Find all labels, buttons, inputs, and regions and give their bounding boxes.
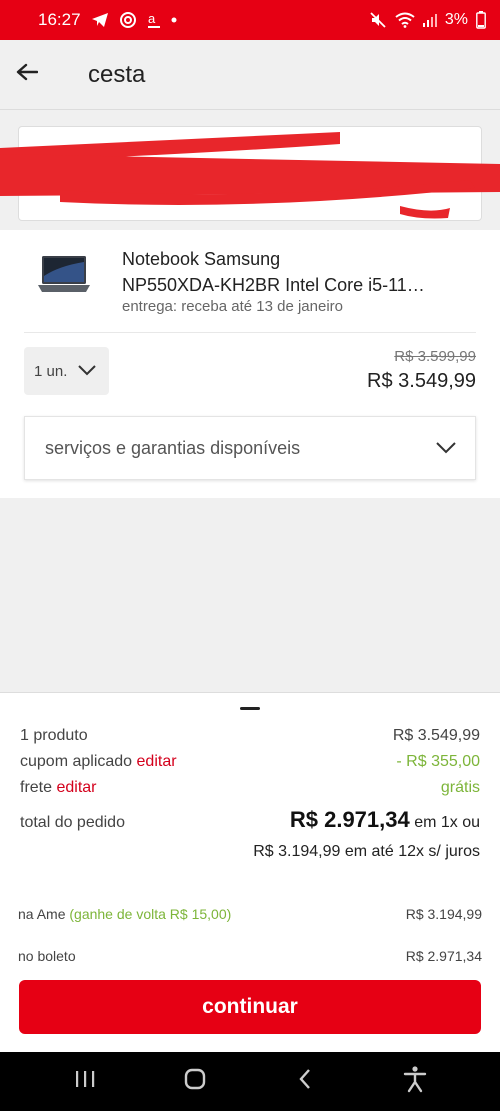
status-bar: 16:27 a 3%: [0, 0, 500, 40]
accessibility-button[interactable]: [385, 1057, 445, 1107]
ame-row: na Ame (ganhe de volta R$ 15,00) R$ 3.19…: [18, 906, 482, 922]
redaction-scribble: [0, 132, 500, 219]
recent-apps-button[interactable]: [55, 1057, 115, 1107]
boleto-label: no boleto: [18, 948, 76, 964]
ame-label: na Ame: [18, 906, 66, 922]
product-name-line2: NP550XDA-KH2BR Intel Core i5-11…: [122, 275, 425, 295]
app-bar: cesta: [0, 40, 500, 110]
nav-back-button[interactable]: [275, 1057, 335, 1107]
chevron-down-icon: [77, 363, 97, 380]
drag-handle[interactable]: [240, 707, 260, 710]
accessibility-icon: [403, 1065, 427, 1098]
shipping-edit-link[interactable]: editar: [56, 779, 96, 796]
dot-icon: [171, 17, 177, 23]
services-label: serviços e garantias disponíveis: [45, 437, 301, 458]
ame-cashback: (ganhe de volta R$ 15,00): [69, 906, 232, 922]
installments-text: R$ 3.194,99 em até 12x s/ juros: [253, 843, 480, 860]
products-row: 1 produto R$ 3.549,99: [20, 727, 480, 745]
boleto-row: no boleto R$ 2.971,34: [18, 948, 482, 964]
coupon-label-group: cupom aplicado editar: [20, 753, 177, 771]
status-time: 16:27: [38, 10, 81, 29]
product-name-line1: Notebook Samsung: [122, 249, 281, 269]
delivery-estimate: entrega: receba até 13 de janeiro: [122, 298, 343, 315]
coupon-discount: - R$ 355,00: [396, 753, 480, 770]
boleto-value: R$ 2.971,34: [405, 948, 482, 964]
product-name[interactable]: Notebook Samsung NP550XDA-KH2BR Intel Co…: [122, 246, 472, 298]
recent-apps-icon: [74, 1069, 96, 1094]
svg-text:a: a: [148, 11, 156, 26]
shipping-value: grátis: [440, 779, 480, 796]
services-warranty-dropdown[interactable]: serviços e garantias disponíveis: [24, 416, 476, 480]
current-price: R$ 3.549,99: [367, 370, 476, 392]
chevron-down-icon: [435, 439, 457, 460]
cast-icon: [119, 11, 137, 29]
product-thumbnail[interactable]: [34, 252, 94, 300]
cart-item-card: Notebook Samsung NP550XDA-KH2BR Intel Co…: [0, 230, 500, 498]
old-price: R$ 3.599,99: [394, 348, 476, 365]
signal-icon: [422, 12, 437, 28]
total-row: total do pedido R$ 2.971,34 em 1x ou: [20, 807, 480, 833]
order-summary-sheet: 1 produto R$ 3.549,99 cupom aplicado edi…: [0, 692, 500, 1052]
back-button[interactable]: [0, 40, 54, 110]
page-title: cesta: [88, 60, 146, 88]
products-label: 1 produto: [20, 727, 88, 744]
ame-label-group: na Ame (ganhe de volta R$ 15,00): [18, 906, 231, 922]
quantity-select[interactable]: 1 un.: [24, 347, 109, 395]
shipping-label-group: frete editar: [20, 779, 97, 797]
amazon-icon: a: [147, 11, 161, 29]
continue-button[interactable]: continuar: [19, 980, 481, 1034]
total-group: R$ 2.971,34 em 1x ou: [290, 807, 480, 833]
shipping-label: frete: [20, 779, 53, 796]
mute-icon: [369, 11, 387, 29]
products-value: R$ 3.549,99: [392, 727, 480, 744]
quantity-value: 1 un.: [34, 362, 68, 380]
wifi-icon: [395, 12, 415, 28]
system-nav-bar: [0, 1052, 500, 1111]
battery-icon: [476, 11, 486, 29]
coupon-edit-link[interactable]: editar: [137, 753, 177, 770]
ame-value: R$ 3.194,99: [405, 906, 482, 922]
coupon-label: cupom aplicado: [20, 753, 133, 770]
back-arrow-icon: [16, 63, 39, 86]
total-value: R$ 2.971,34: [289, 807, 410, 832]
total-suffix: em 1x ou: [414, 814, 480, 831]
back-icon: [297, 1068, 313, 1095]
coupon-section: [0, 110, 500, 228]
battery-percent: 3%: [444, 11, 468, 28]
divider: [24, 332, 476, 333]
shipping-row: frete editar grátis: [20, 779, 480, 797]
home-icon: [183, 1067, 207, 1096]
coupon-row: cupom aplicado editar - R$ 355,00: [20, 753, 480, 771]
home-button[interactable]: [165, 1057, 225, 1107]
total-label: total do pedido: [20, 814, 125, 831]
telegram-icon: [91, 12, 109, 28]
